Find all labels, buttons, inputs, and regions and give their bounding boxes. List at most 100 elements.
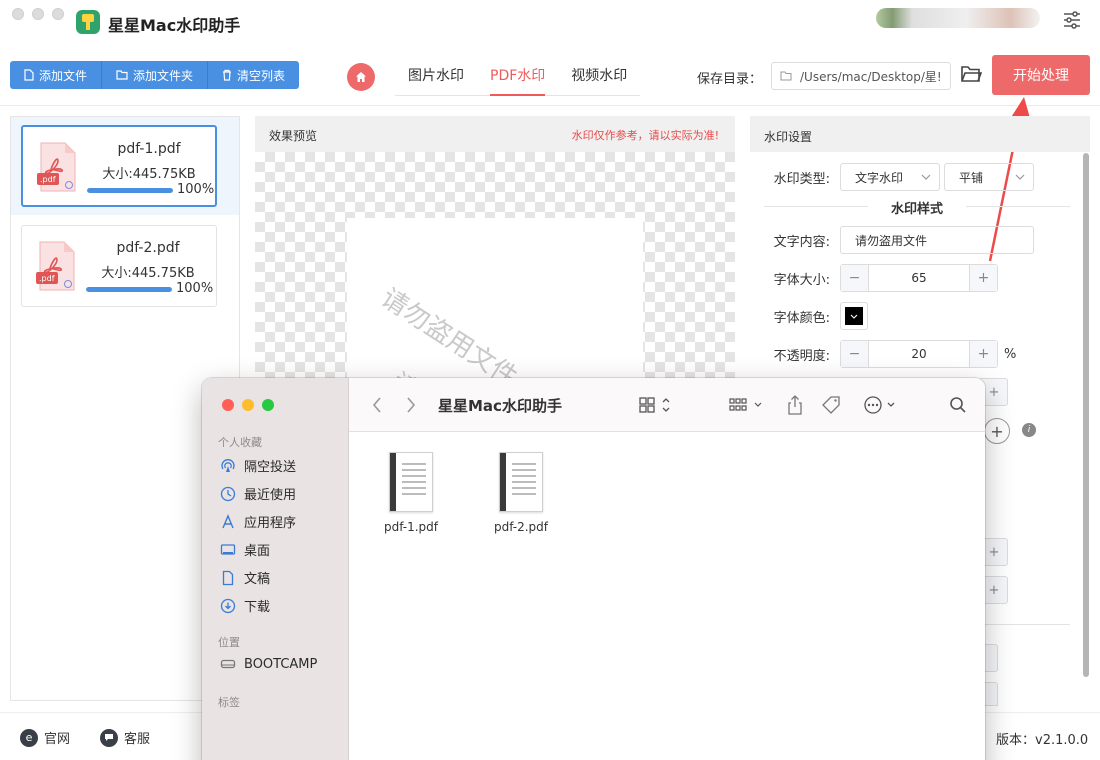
preview-header: 效果预览 水印仅作参考，请以实际为准!: [255, 116, 735, 152]
website-label: 官网: [44, 732, 71, 747]
save-directory-label: 保存目录：: [697, 72, 763, 87]
website-link[interactable]: e 官网: [20, 728, 70, 747]
finder-zoom-button[interactable]: [262, 399, 274, 411]
window-controls: [12, 8, 64, 20]
home-button[interactable]: [347, 63, 375, 91]
settings-header: 水印设置: [750, 116, 1090, 152]
font-color-picker[interactable]: [840, 302, 868, 330]
save-path-input[interactable]: /Users/mac/Desktop/星!: [771, 62, 951, 90]
file-progress-bar: [87, 188, 173, 193]
finder-file-name: pdf-2.pdf: [493, 520, 549, 534]
browse-folder-icon[interactable]: [960, 64, 982, 84]
file-name: pdf-1.pdf: [117, 141, 181, 157]
font-size-label: 字体大小:: [773, 272, 830, 288]
sidebar-item-recents[interactable]: 最近使用: [220, 484, 296, 503]
title-bar: 星星Mac水印助手: [0, 0, 1100, 48]
file-size: 大小:445.75KB: [102, 167, 196, 182]
finder-file-item[interactable]: pdf-1.pdf: [371, 452, 451, 534]
sidebar-item-downloads[interactable]: 下载: [220, 596, 270, 615]
group-by-icon[interactable]: [729, 395, 767, 415]
save-path-value: /Users/mac/Desktop/星!: [800, 69, 942, 84]
grid-view-icon[interactable]: [639, 395, 675, 415]
finder-minimize-button[interactable]: [242, 399, 254, 411]
search-icon[interactable]: [949, 395, 967, 415]
drive-icon: [220, 659, 236, 669]
add-file-label: 添加文件: [39, 68, 88, 83]
clear-list-button[interactable]: 清空列表: [208, 61, 300, 89]
watermark-type-row: 水印类型: 文字水印 平铺: [750, 163, 1034, 191]
support-link[interactable]: 客服: [100, 728, 150, 747]
pdf-file-icon: .pdf: [36, 241, 75, 291]
opacity-decrement-button[interactable]: −: [841, 341, 869, 367]
sidebar-item-bootcamp[interactable]: BOOTCAMP: [220, 656, 317, 672]
preview-note: 水印仅作参考，请以实际为准!: [571, 129, 719, 142]
start-processing-button[interactable]: 开始处理: [992, 55, 1090, 95]
text-content-input[interactable]: 请勿盗用文件: [840, 226, 1034, 254]
watermark-layout-value: 平铺: [959, 170, 984, 185]
watermark-type-label: 水印类型:: [773, 171, 830, 187]
font-color-swatch: [845, 307, 863, 325]
sidebar-item-label: 应用程序: [244, 516, 297, 531]
share-icon[interactable]: [787, 395, 803, 415]
tab-pdf-watermark[interactable]: PDF水印: [477, 60, 558, 96]
finder-file-item[interactable]: pdf-2.pdf: [481, 452, 561, 534]
sidebar-item-label: 文稿: [244, 572, 271, 587]
sidebar-item-desktop[interactable]: 桌面: [220, 540, 270, 559]
document-icon: [222, 570, 234, 585]
font-size-value[interactable]: 65: [869, 265, 969, 291]
trash-icon: [223, 69, 232, 81]
chevron-down-icon: [921, 174, 931, 180]
font-size-stepper: − 65 +: [840, 264, 998, 292]
add-file-button[interactable]: 添加文件: [10, 61, 103, 89]
tag-icon[interactable]: [821, 395, 843, 415]
font-size-row: 字体大小: − 65 +: [750, 264, 998, 292]
opacity-row: 不透明度: − 20 + %: [750, 340, 1016, 368]
back-chevron-icon[interactable]: [371, 395, 383, 415]
file-name: pdf-2.pdf: [116, 240, 180, 256]
user-avatar[interactable]: [876, 8, 1040, 28]
sidebar-item-documents[interactable]: 文稿: [220, 568, 270, 587]
svg-text:.pdf: .pdf: [39, 274, 55, 283]
finder-toolbar: 星星Mac水印助手: [349, 378, 985, 432]
folder-outline-icon: [780, 71, 792, 81]
home-icon: [356, 72, 366, 82]
more-actions-icon[interactable]: [863, 395, 899, 415]
finder-close-button[interactable]: [222, 399, 234, 411]
chevron-down-icon: [850, 314, 858, 319]
sliders-icon[interactable]: [1062, 10, 1082, 30]
file-card[interactable]: .pdf pdf-2.pdf 大小:445.75KB 100%: [21, 225, 217, 307]
tab-video-watermark[interactable]: 视频水印: [558, 60, 640, 95]
sidebar-item-airdrop[interactable]: 隔空投送: [220, 456, 296, 475]
font-size-increment-button[interactable]: +: [969, 265, 997, 291]
finder-window-controls: [222, 399, 274, 411]
info-icon[interactable]: i: [1022, 423, 1036, 437]
tags-section-label: 标签: [218, 696, 240, 709]
airdrop-icon: [221, 458, 235, 472]
file-progress-text: 100%: [176, 281, 214, 296]
chevron-down-icon: [1015, 174, 1025, 180]
main-toolbar: 添加文件 添加文件夹 清空列表 图片水印 PDF水印 视频水印 保存目录： /U…: [0, 48, 1100, 106]
font-size-decrement-button[interactable]: −: [841, 265, 869, 291]
browser-icon: e: [20, 728, 38, 747]
forward-chevron-icon[interactable]: [405, 395, 417, 415]
minimize-window-button[interactable]: [32, 8, 44, 20]
file-card[interactable]: .pdf pdf-1.pdf 大小:445.75KB 100%: [21, 125, 217, 207]
watermark-layout-select[interactable]: 平铺: [944, 163, 1034, 191]
chat-icon: [100, 728, 118, 747]
tab-image-watermark[interactable]: 图片水印: [395, 60, 477, 95]
sidebar-item-applications[interactable]: 应用程序: [220, 512, 296, 531]
favorites-section-label: 个人收藏: [218, 436, 262, 449]
preview-canvas: 请勿盗用文件 请: [255, 152, 735, 382]
section-divider: [970, 624, 1070, 625]
add-folder-button[interactable]: 添加文件夹: [102, 61, 209, 89]
opacity-value[interactable]: 20: [869, 341, 969, 367]
settings-scrollbar[interactable]: [1083, 153, 1089, 677]
zoom-window-button[interactable]: [52, 8, 64, 20]
close-window-button[interactable]: [12, 8, 24, 20]
add-folder-label: 添加文件夹: [133, 68, 194, 83]
opacity-increment-button[interactable]: +: [969, 341, 997, 367]
add-circle-icon[interactable]: +: [984, 418, 1010, 444]
folder-icon: [116, 70, 128, 80]
finder-window-title: 星星Mac水印助手: [438, 397, 562, 415]
watermark-type-select[interactable]: 文字水印: [840, 163, 940, 191]
